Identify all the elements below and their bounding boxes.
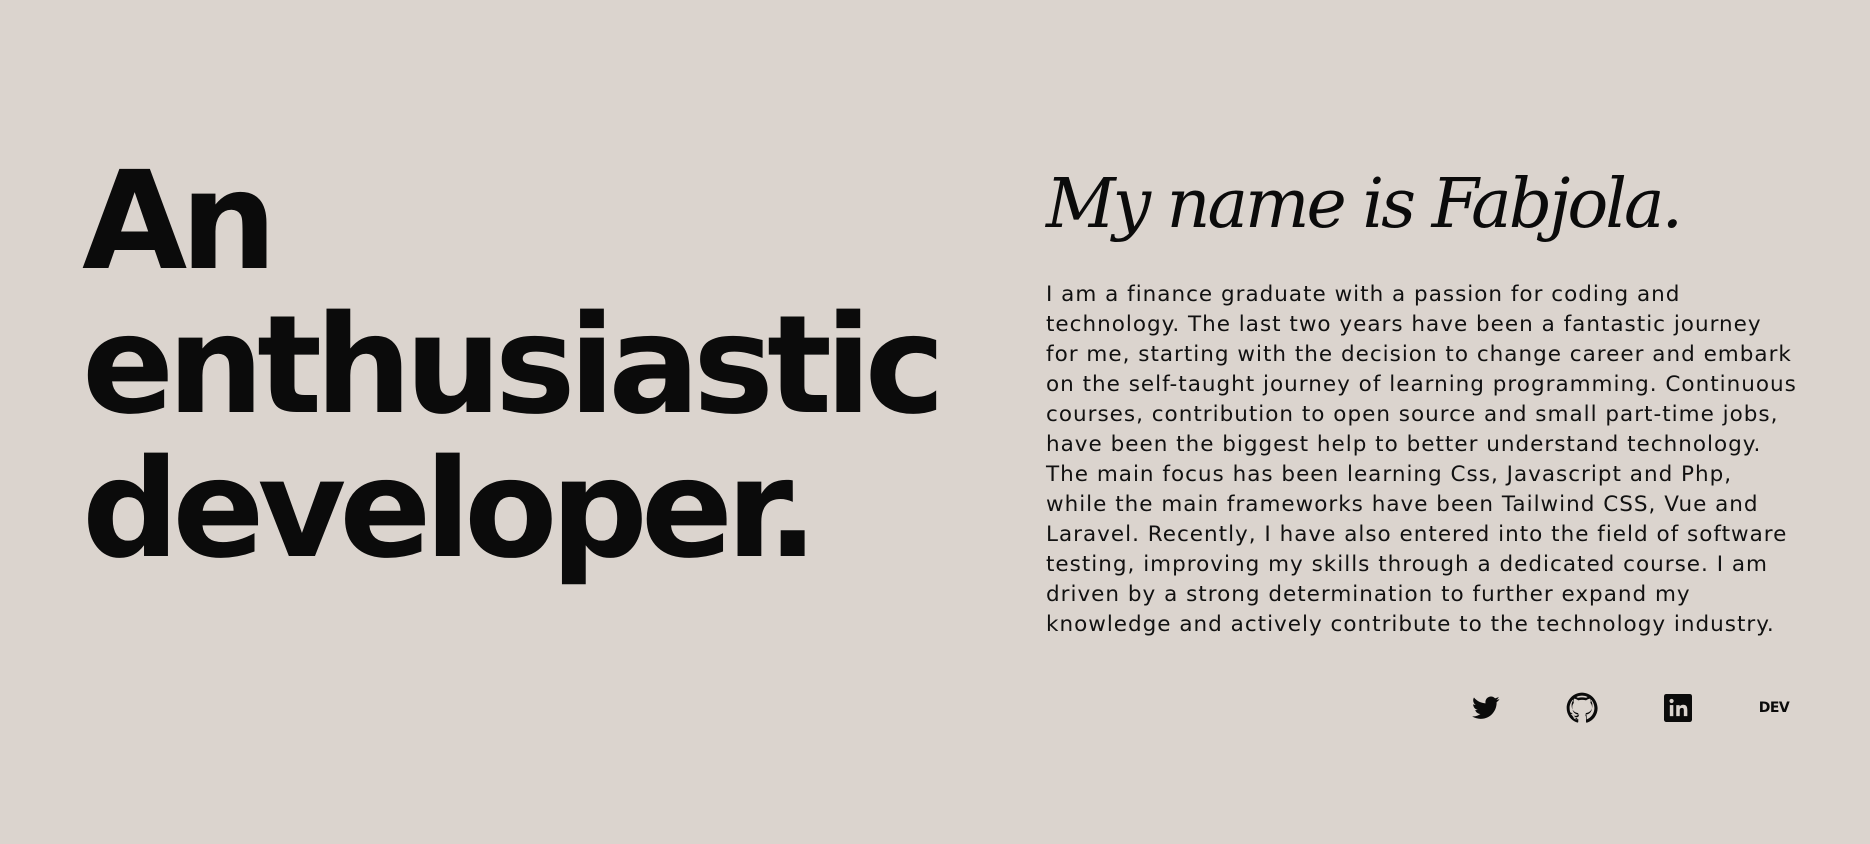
hero-line-1: An	[82, 143, 277, 301]
twitter-icon	[1472, 696, 1500, 720]
dev-icon: DEV	[1758, 700, 1790, 716]
name-heading: My name is Fabjola.	[1046, 165, 1683, 244]
bio-paragraph: I am a finance graduate with a passion f…	[1046, 282, 1797, 637]
github-link[interactable]	[1566, 692, 1598, 724]
social-links: DEV	[1470, 692, 1790, 724]
hero-headline: An enthusiastic developer.	[82, 150, 982, 582]
hero-line-3: developer.	[82, 431, 818, 589]
github-icon	[1566, 692, 1598, 724]
linkedin-link[interactable]	[1662, 692, 1694, 724]
dev-link[interactable]: DEV	[1758, 692, 1790, 724]
hero-line-2: enthusiastic	[82, 287, 945, 445]
about-section: My name is Fabjola. I am a finance gradu…	[1046, 160, 1806, 640]
twitter-link[interactable]	[1470, 692, 1502, 724]
linkedin-icon	[1664, 694, 1692, 722]
